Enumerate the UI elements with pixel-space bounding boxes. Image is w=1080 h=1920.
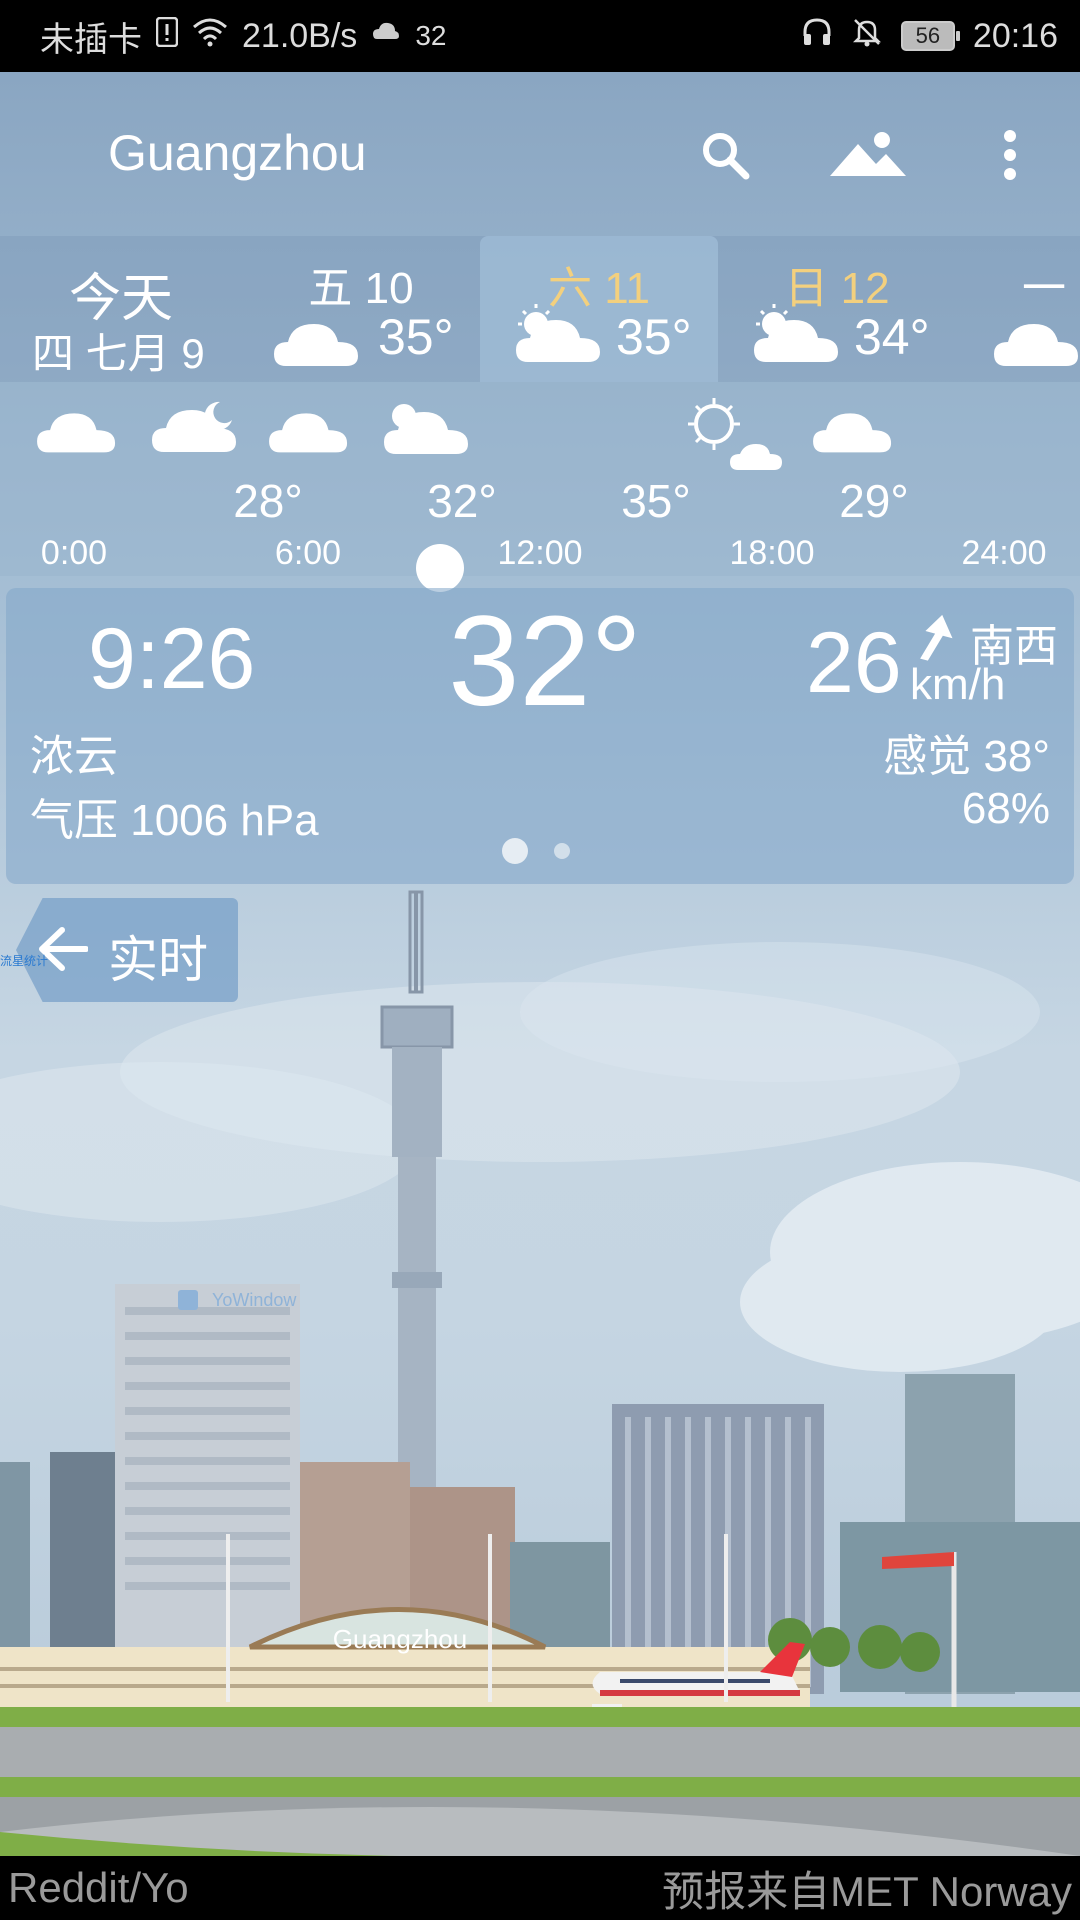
hourly-temp: 28°: [233, 475, 303, 527]
pressure: 气压 1006 hPa: [30, 796, 319, 845]
hourly-forecast[interactable]: 28° 32° 35° 29° 0:00 6:00 12:00 18:00 24…: [0, 382, 1080, 592]
mute-bell-icon: [851, 16, 883, 57]
day-label: 五 10: [308, 264, 414, 313]
status-bar: 未插卡 21.0B/s 32 56 20:16: [0, 0, 1080, 72]
hourly-time: 24:00: [961, 534, 1047, 572]
battery-level: 56: [915, 23, 941, 48]
hourly-time: 18:00: [729, 534, 815, 572]
wind-unit: km/h: [910, 660, 1006, 709]
hourly-time: 12:00: [497, 534, 583, 572]
hourly-time: 0:00: [40, 534, 108, 572]
wind-speed: 26: [806, 615, 902, 711]
cloud-icon: [274, 324, 358, 366]
live-button[interactable]: 实时: [16, 898, 238, 1002]
clock: 20:16: [972, 16, 1058, 55]
tiny-overlay-text: 流星统计: [0, 954, 49, 968]
humidity: 68%: [961, 784, 1050, 833]
time-marker[interactable]: [416, 544, 464, 592]
battery-icon: 56: [900, 21, 960, 51]
sun-cloud-icon: [754, 304, 838, 362]
footer: Reddit/Yo 预报来自MET Norway: [0, 1856, 1080, 1920]
hourly-temp: 35°: [621, 475, 691, 527]
weather-scene: YoWindow Guangzhou Guangzhou 今天 四 七月 9 五…: [0, 72, 1080, 1856]
page-dot[interactable]: [554, 843, 570, 859]
landscape-icon[interactable]: [828, 120, 908, 190]
tab-today[interactable]: 今天 四 七月 9: [2, 236, 240, 382]
hourly-time: 6:00: [274, 534, 342, 572]
cloud-icon: [269, 413, 348, 453]
search-icon[interactable]: [690, 120, 760, 190]
terminal-sign: Guangzhou: [333, 1624, 467, 1654]
day-tabs: 今天 四 七月 9 五 10 35° 六 11 35° 日 12 34° 一: [0, 236, 1080, 382]
day-label: 一: [1022, 264, 1066, 313]
day-temp: 35°: [616, 309, 692, 365]
tab-day-fri[interactable]: 五 10 35°: [242, 236, 480, 382]
forecast-source[interactable]: 预报来自MET Norway: [662, 1858, 1072, 1919]
weather-status-icon: [371, 17, 401, 56]
sun-cloud-icon: [516, 304, 600, 362]
sim-alert-icon: [155, 16, 179, 56]
tab-day-sat[interactable]: 六 11 35°: [480, 236, 718, 382]
moon-cloud-icon: [152, 401, 236, 452]
hourly-temp: 29°: [839, 475, 909, 527]
cloud-icon: [813, 413, 892, 453]
tab-day-mon[interactable]: 一: [956, 236, 1080, 382]
wifi-icon: [192, 17, 228, 56]
current-conditions-panel[interactable]: 9:26 32° 26 南西 km/h 浓云 感觉 38° 气压 1006 hP…: [6, 588, 1074, 884]
page-dot-active[interactable]: [502, 838, 528, 864]
day-temp: 34°: [854, 309, 930, 365]
condition-text: 浓云: [30, 732, 118, 781]
sun-cloud-icon: [384, 404, 468, 454]
status-temperature: 32: [415, 20, 447, 51]
day-temp: 35°: [378, 309, 454, 365]
hourly-temp: 32°: [427, 475, 497, 527]
city-title[interactable]: Guangzhou: [108, 124, 367, 182]
live-label: 实时: [108, 932, 208, 988]
cloud-icon: [37, 413, 116, 453]
top-bar: Guangzhou: [0, 72, 1080, 236]
headphones-icon: [801, 16, 833, 57]
more-vert-icon[interactable]: [975, 120, 1045, 190]
yowindow-watermark: YoWindow: [212, 1290, 297, 1310]
tab-day-sun[interactable]: 日 12 34°: [718, 236, 956, 382]
wind-direction-icon: [920, 614, 953, 661]
footer-credit[interactable]: Reddit/Yo: [8, 1864, 189, 1912]
cloud-icon: [994, 324, 1078, 366]
sunny-cloud-icon: [688, 398, 782, 470]
network-speed: 21.0B/s: [242, 16, 358, 55]
feels-like: 感觉 38°: [883, 732, 1050, 781]
carrier-label: 未插卡: [40, 20, 142, 59]
day-date: 四 七月 9: [32, 330, 205, 377]
